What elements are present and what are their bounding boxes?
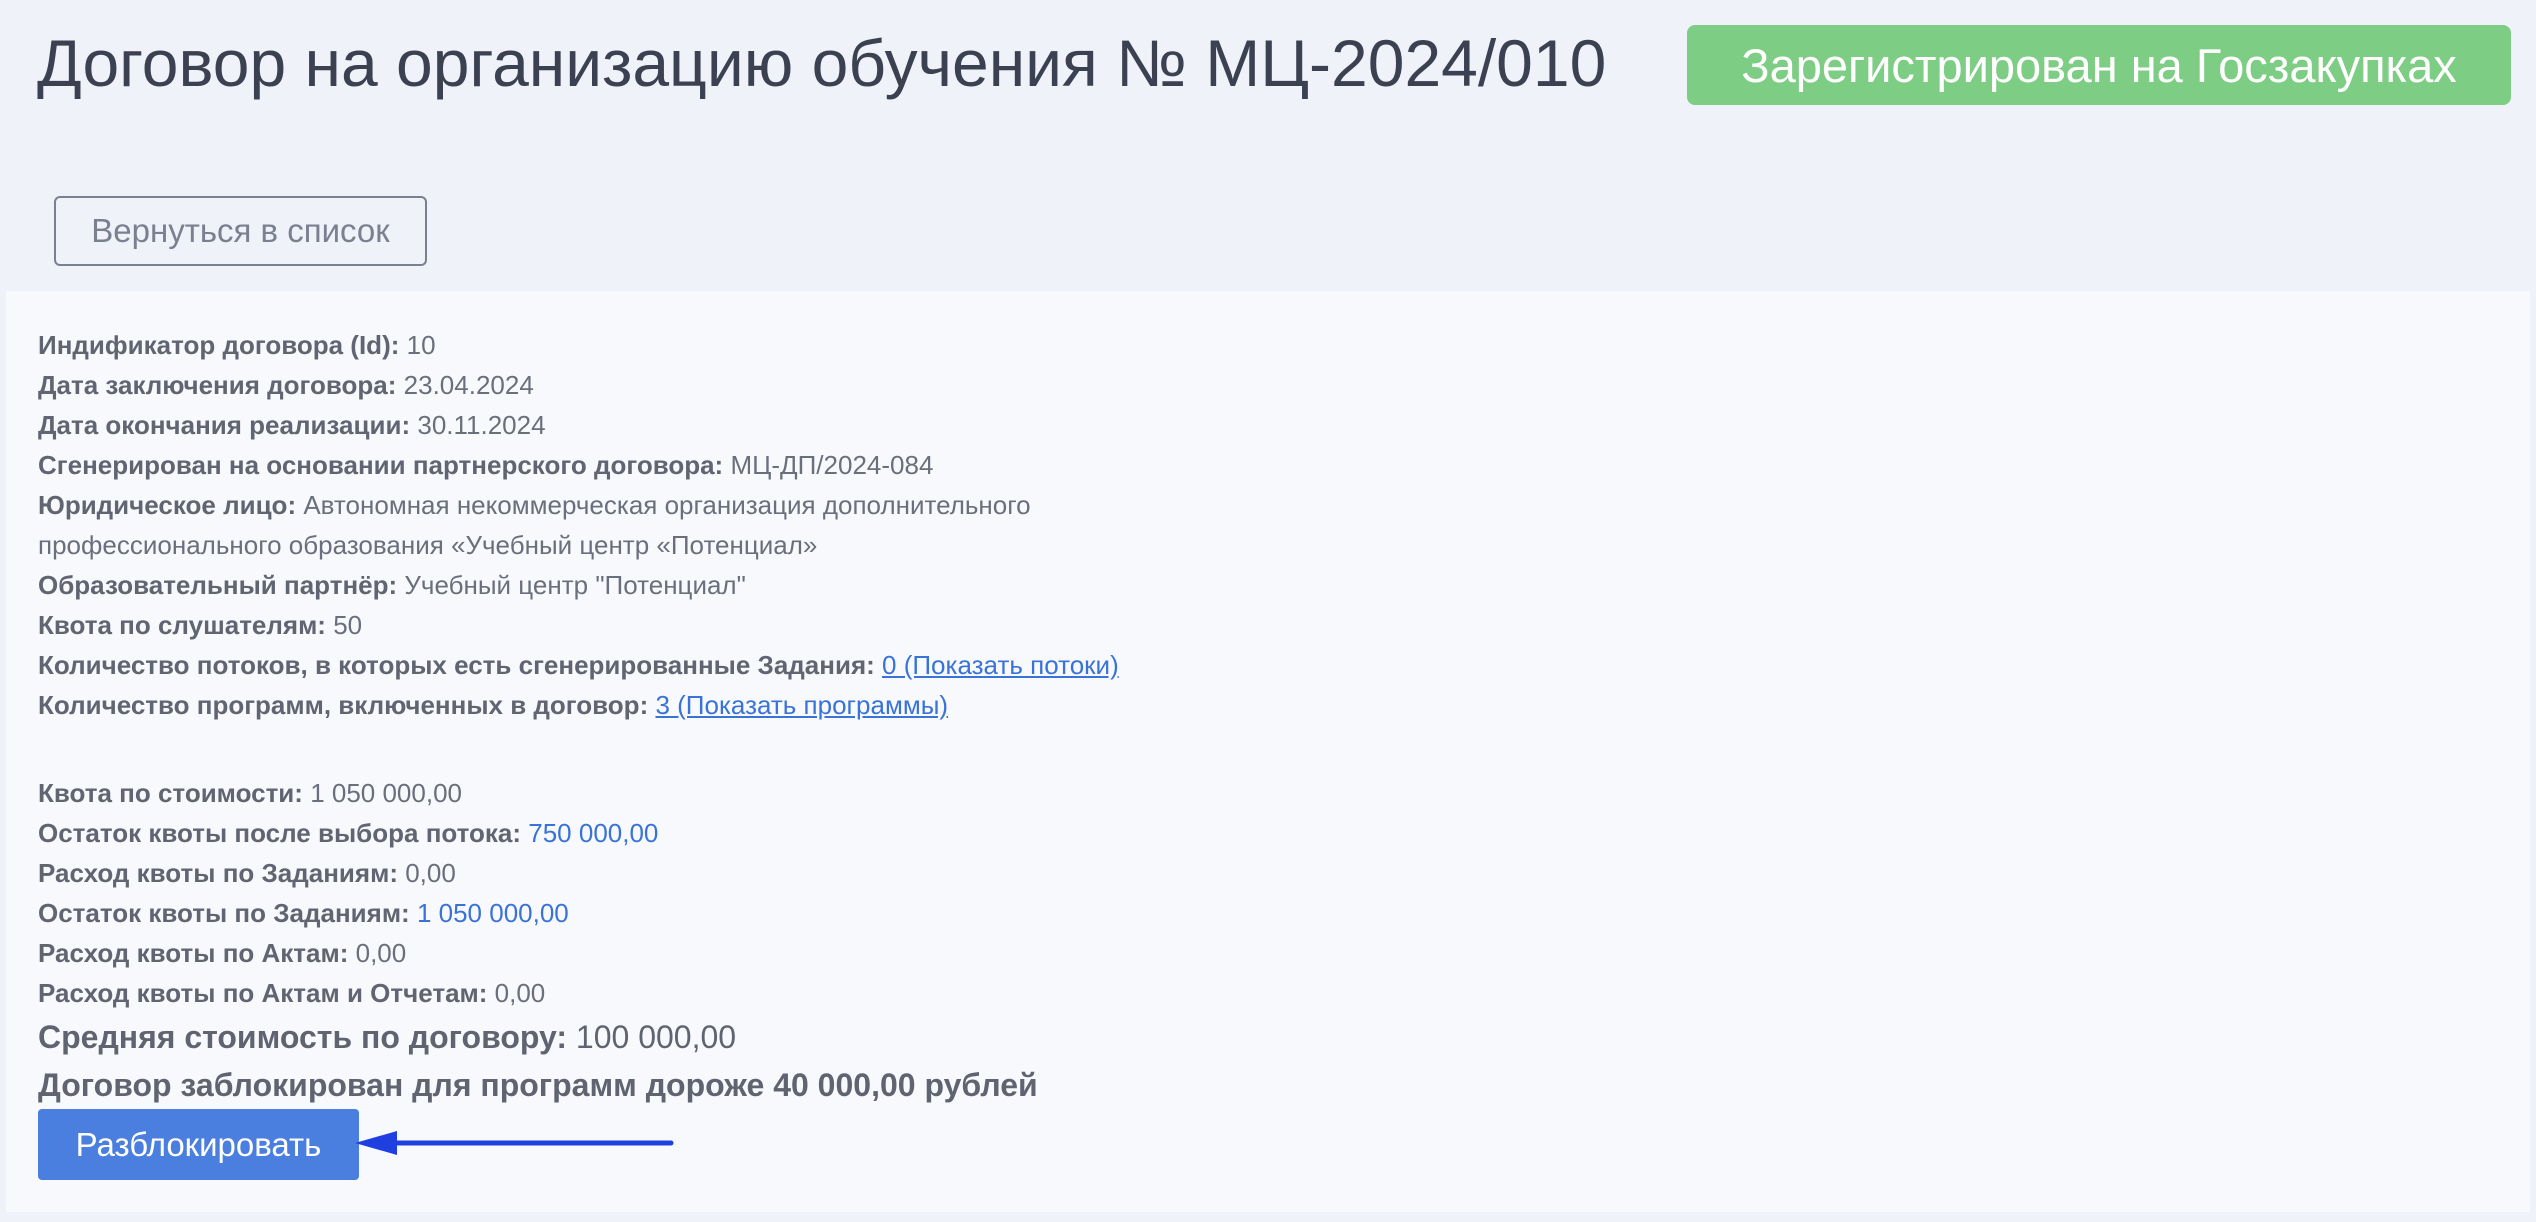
finance-row-spent-tasks: Расход квоты по Заданиям: 0,00 bbox=[38, 853, 1178, 893]
status-badge: Зарегистрирован на Госзакупках bbox=[1687, 25, 2511, 105]
show-streams-link[interactable]: 0 (Показать потоки) bbox=[882, 650, 1119, 680]
finance-label: Расход квоты по Актам и Отчетам: bbox=[38, 978, 488, 1008]
detail-row-partner-contract: Сгенерирован на основании партнерского д… bbox=[38, 445, 1178, 485]
detail-label: Количество потоков, в которых есть сгене… bbox=[38, 650, 875, 680]
finance-value: 100 000,00 bbox=[575, 1019, 737, 1055]
detail-value: 30.11.2024 bbox=[417, 410, 546, 440]
detail-row-date-signed: Дата заключения договора: 23.04.2024 bbox=[38, 365, 1178, 405]
detail-row-id: Индификатор договора (Id): 10 bbox=[38, 325, 1178, 365]
finance-row-quota-after-stream: Остаток квоты после выбора потока: 750 0… bbox=[38, 813, 1178, 853]
finance-row-remaining-tasks: Остаток квоты по Заданиям: 1 050 000,00 bbox=[38, 893, 1178, 933]
detail-label: Дата окончания реализации: bbox=[38, 410, 411, 440]
detail-label: Квота по слушателям: bbox=[38, 610, 326, 640]
detail-row-streams-count: Количество потоков, в которых есть сгене… bbox=[38, 645, 1178, 685]
finance-value: 0,00 bbox=[494, 978, 546, 1008]
finance-value: 750 000,00 bbox=[528, 818, 659, 848]
detail-row-listener-quota: Квота по слушателям: 50 bbox=[38, 605, 1178, 645]
finance-label: Средняя стоимость по договору: bbox=[38, 1019, 568, 1055]
detail-value: Учебный центр "Потенциал" bbox=[404, 570, 746, 600]
detail-label: Дата заключения договора: bbox=[38, 370, 397, 400]
back-to-list-button[interactable]: Вернуться в список bbox=[54, 196, 427, 266]
detail-label: Индификатор договора (Id): bbox=[38, 330, 400, 360]
detail-label: Сгенерирован на основании партнерского д… bbox=[38, 450, 724, 480]
finance-row-avg-cost: Средняя стоимость по договору: 100 000,0… bbox=[38, 1013, 1178, 1061]
detail-value: 50 bbox=[333, 610, 363, 640]
detail-label: Образовательный партнёр: bbox=[38, 570, 398, 600]
finance-label: Остаток квоты после выбора потока: bbox=[38, 818, 522, 848]
finance-value: 0,00 bbox=[405, 858, 456, 888]
blocked-notice: Договор заблокирован для программ дороже… bbox=[38, 1067, 1038, 1103]
finance-label: Расход квоты по Актам: bbox=[38, 938, 349, 968]
finance-row-spent-acts: Расход квоты по Актам: 0,00 bbox=[38, 933, 1178, 973]
detail-row-legal-entity: Юридическое лицо: Автономная некоммерчес… bbox=[38, 485, 1178, 565]
detail-row-date-end: Дата окончания реализации: 30.11.2024 bbox=[38, 405, 1178, 445]
finance-value: 0,00 bbox=[355, 938, 407, 968]
finance-value: 1 050 000,00 bbox=[310, 778, 462, 808]
detail-value: 23.04.2024 bbox=[403, 370, 534, 400]
unlock-button[interactable]: Разблокировать bbox=[38, 1109, 359, 1180]
annotation-arrow-icon bbox=[355, 1131, 674, 1155]
show-programs-link[interactable]: 3 (Показать программы) bbox=[655, 690, 948, 720]
detail-row-edu-partner: Образовательный партнёр: Учебный центр "… bbox=[38, 565, 1178, 605]
finance-row-cost-quota: Квота по стоимости: 1 050 000,00 bbox=[38, 773, 1178, 813]
finance-label: Квота по стоимости: bbox=[38, 778, 303, 808]
contract-info: Индификатор договора (Id): 10 Дата заклю… bbox=[38, 325, 1178, 1109]
page-title: Договор на организацию обучения № МЦ-202… bbox=[37, 26, 1607, 100]
detail-row-programs-count: Количество программ, включенных в догово… bbox=[38, 685, 1178, 725]
finance-label: Расход квоты по Заданиям: bbox=[38, 858, 398, 888]
detail-value: 10 bbox=[406, 330, 436, 360]
detail-label: Юридическое лицо: bbox=[38, 490, 297, 520]
page-header: Договор на организацию обучения № МЦ-202… bbox=[37, 18, 1606, 108]
detail-label: Количество программ, включенных в догово… bbox=[38, 690, 649, 720]
finance-row-spent-acts-reports: Расход квоты по Актам и Отчетам: 0,00 bbox=[38, 973, 1178, 1013]
contract-details-card: Индификатор договора (Id): 10 Дата заклю… bbox=[6, 291, 2530, 1212]
detail-value: МЦ-ДП/2024-084 bbox=[730, 450, 934, 480]
finance-value: 1 050 000,00 bbox=[416, 898, 569, 928]
detail-value-continued: профессионального образования «Учебный ц… bbox=[38, 530, 818, 560]
finance-label: Остаток квоты по Заданиям: bbox=[38, 898, 410, 928]
detail-value: Автономная некоммерческая организация до… bbox=[303, 490, 1031, 520]
